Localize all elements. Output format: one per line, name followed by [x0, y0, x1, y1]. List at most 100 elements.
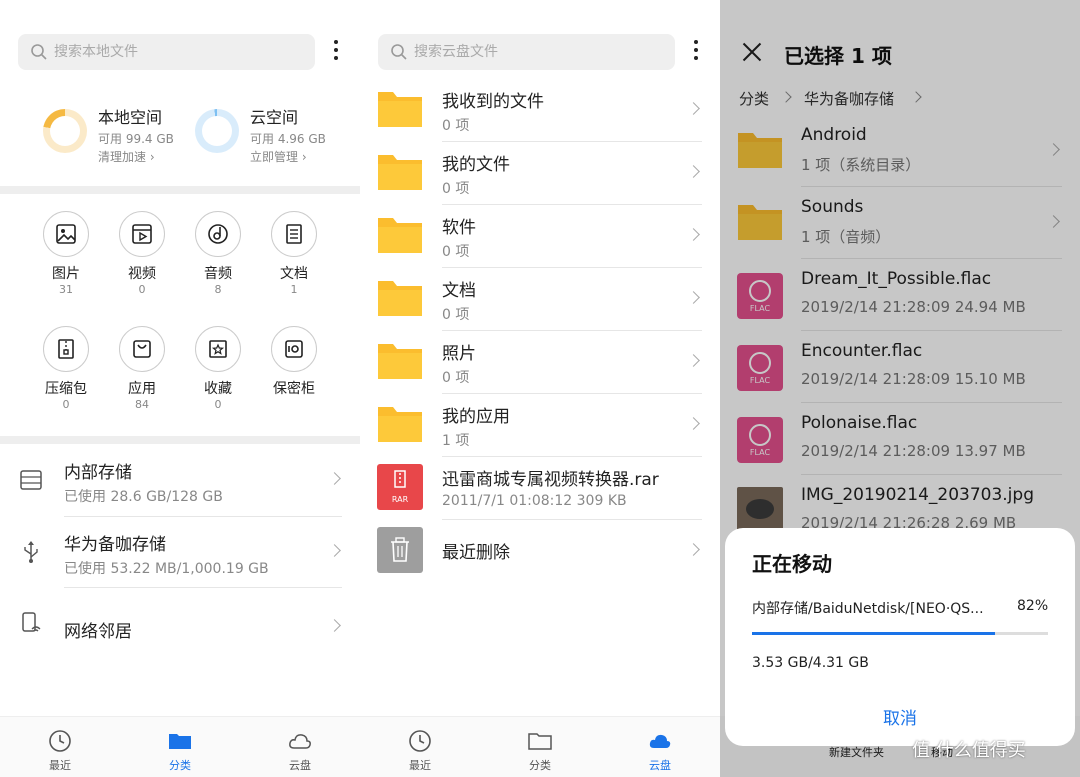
category-images[interactable]: 图片 31 — [28, 211, 104, 297]
chevron-right-icon — [687, 354, 700, 367]
more-options-icon[interactable] — [690, 40, 702, 66]
image-icon — [56, 224, 76, 244]
video-icon — [132, 224, 152, 244]
divider — [442, 267, 702, 268]
clean-up-link[interactable]: 清理加速 › — [98, 148, 155, 165]
nav-cloud[interactable]: 云盘 — [270, 729, 330, 773]
folder-row[interactable]: 我收到的文件 0 项 — [360, 80, 720, 143]
category-safe[interactable]: 保密柜 — [256, 326, 332, 398]
document-icon — [286, 224, 302, 244]
folder-count: 0 项 — [442, 307, 470, 323]
nav-recent[interactable]: 最近 — [390, 729, 450, 773]
move-progress-dialog: 正在移动 内部存储/BaiduNetdisk/[NEO·QS... 82% 3.… — [725, 528, 1075, 746]
chevron-right-icon — [687, 102, 700, 115]
recently-deleted-row[interactable]: 最近删除 — [360, 521, 720, 584]
clock-icon — [409, 730, 431, 752]
nav-label: 最近 — [409, 759, 431, 772]
category-favorites[interactable]: 收藏 0 — [180, 326, 256, 412]
storage-row-network[interactable]: 网络邻居 — [0, 595, 360, 665]
divider — [442, 141, 702, 142]
network-neighbor-icon — [22, 612, 41, 632]
usb-icon — [24, 541, 38, 563]
safe-icon — [285, 340, 303, 358]
folder-row[interactable]: 照片 0 项 — [360, 332, 720, 395]
cloud-icon — [649, 734, 671, 748]
cloud-drive-panel: 搜索云盘文件 我收到的文件 0 项 我的文件 0 项 软件 0 项 文档 0 项… — [360, 0, 720, 777]
search-bar[interactable]: 搜索云盘文件 — [378, 34, 675, 70]
divider — [0, 436, 360, 444]
category-label: 保密柜 — [273, 381, 315, 397]
storage-title: 华为备咖存储 — [64, 535, 166, 555]
folder-count: 0 项 — [442, 118, 470, 134]
divider — [442, 204, 702, 205]
category-label: 音频 — [204, 266, 232, 282]
audio-icon — [208, 224, 228, 244]
storage-row-usb[interactable]: 华为备咖存储 已使用 53.22 MB/1,000.19 GB — [0, 518, 360, 588]
manage-now-link[interactable]: 立即管理 › — [250, 148, 307, 165]
clock-icon — [49, 730, 71, 752]
category-count: 84 — [135, 398, 149, 411]
more-options-icon[interactable] — [330, 40, 342, 66]
folder-icon — [378, 92, 422, 127]
chevron-right-icon — [687, 417, 700, 430]
folder-icon — [378, 281, 422, 316]
storage-title: 内部存储 — [64, 463, 132, 483]
chevron-right-icon — [687, 291, 700, 304]
category-count: 0 — [62, 398, 70, 411]
folder-row[interactable]: 文档 0 项 — [360, 269, 720, 332]
app-icon — [133, 340, 151, 358]
folder-icon — [528, 733, 552, 750]
folder-icon — [378, 407, 422, 442]
nav-label: 云盘 — [289, 759, 311, 772]
nav-cloud[interactable]: 云盘 — [630, 729, 690, 773]
local-files-panel: 搜索本地文件 本地空间 可用 99.4 GB 清理加速 › 云空间 可用 4.9… — [0, 0, 360, 777]
search-bar[interactable]: 搜索本地文件 — [18, 34, 315, 70]
folder-icon — [378, 344, 422, 379]
storage-row-internal[interactable]: 内部存储 已使用 28.6 GB/128 GB — [0, 446, 360, 516]
category-label: 文档 — [280, 266, 308, 282]
category-videos[interactable]: 视频 0 — [104, 211, 180, 297]
rar-file-icon: RAR — [377, 464, 423, 510]
nav-label: 云盘 — [649, 759, 671, 772]
cloud-icon — [289, 734, 311, 749]
trash-icon — [377, 527, 423, 573]
folder-row[interactable]: 我的应用 1 项 — [360, 395, 720, 458]
file-type-label: RAR — [391, 495, 409, 504]
folder-count: 1 项 — [442, 433, 470, 449]
divider — [64, 516, 342, 517]
chevron-right-icon — [328, 472, 341, 485]
category-label: 应用 — [128, 381, 156, 397]
move-path: 内部存储/BaiduNetdisk/[NEO·QS... — [752, 601, 984, 617]
cloud-storage-ring — [195, 109, 239, 153]
category-audio[interactable]: 音频 8 — [180, 211, 256, 297]
folder-icon — [378, 155, 422, 190]
favorite-icon — [209, 340, 227, 358]
dialog-title: 正在移动 — [752, 552, 832, 576]
local-storage-available: 可用 99.4 GB — [98, 132, 174, 146]
folder-row[interactable]: 我的文件 0 项 — [360, 143, 720, 206]
category-documents[interactable]: 文档 1 — [256, 211, 332, 297]
nav-label: 分类 — [169, 759, 191, 772]
folder-count: 0 项 — [442, 181, 470, 197]
nav-category[interactable]: 分类 — [150, 729, 210, 773]
bottom-navigation: 最近 分类 云盘 — [360, 716, 720, 777]
folder-row[interactable]: 软件 0 项 — [360, 206, 720, 269]
category-count: 0 — [138, 283, 146, 296]
category-apps[interactable]: 应用 84 — [104, 326, 180, 412]
watermark: 值 什么值得买 — [912, 740, 1026, 761]
file-row[interactable]: RAR 迅雷商城专属视频转换器.rar 2011/7/1 01:08:12 30… — [360, 458, 720, 521]
nav-category[interactable]: 分类 — [510, 729, 570, 773]
local-storage-ring — [43, 109, 87, 153]
progress-track — [752, 632, 1048, 635]
file-meta: 2011/7/1 01:08:12 309 KB — [442, 493, 627, 509]
category-archives[interactable]: 压缩包 0 — [28, 326, 104, 412]
cancel-button[interactable]: 取消 — [725, 704, 1075, 729]
search-icon — [31, 44, 47, 60]
chevron-right-icon — [328, 619, 341, 632]
folder-title: 最近删除 — [442, 543, 510, 563]
storage-usage: 已使用 53.22 MB/1,000.19 GB — [64, 561, 269, 577]
progress-size: 3.53 GB/4.31 GB — [752, 655, 869, 671]
nav-recent[interactable]: 最近 — [30, 729, 90, 773]
category-count: 8 — [214, 283, 222, 296]
folder-icon — [378, 218, 422, 253]
